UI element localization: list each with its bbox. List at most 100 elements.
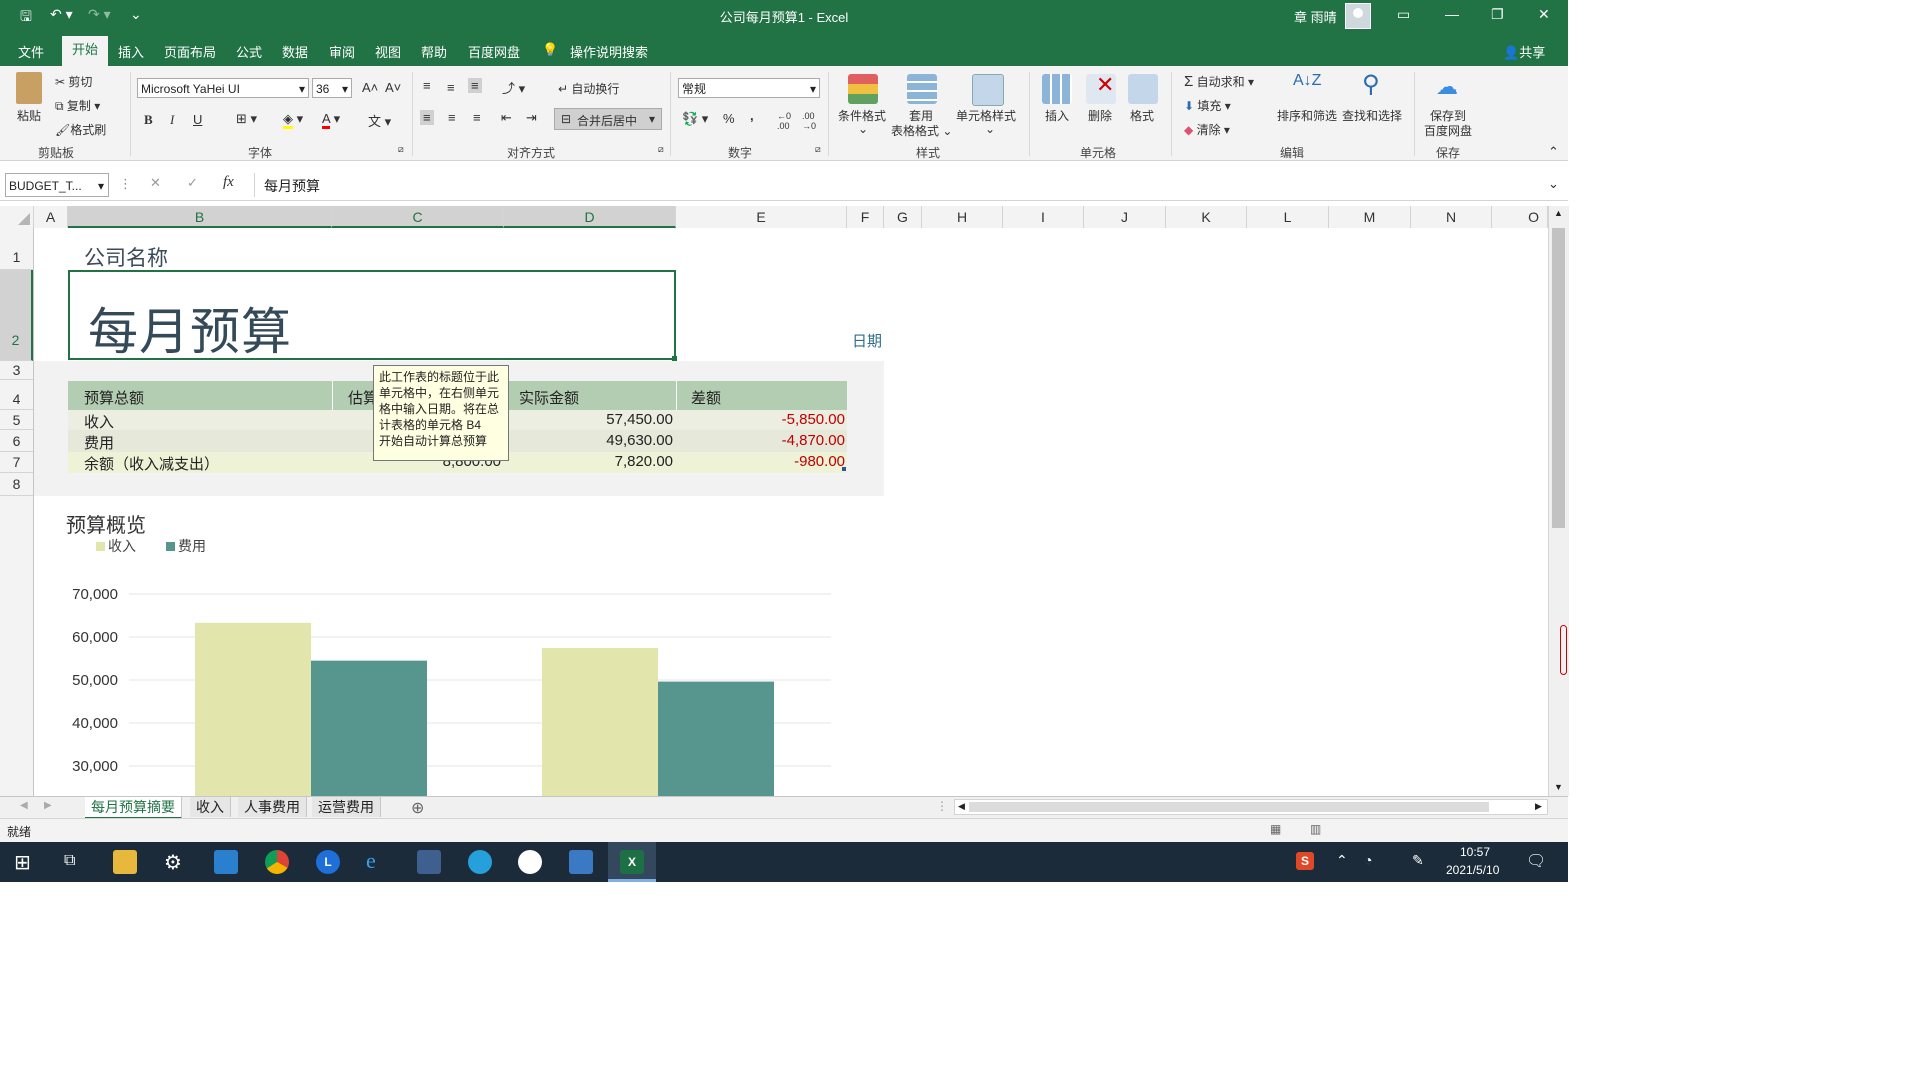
tab-data[interactable]: 数据 — [282, 42, 308, 61]
ie-icon[interactable]: e — [366, 848, 376, 874]
column-header-h[interactable]: H — [922, 206, 1003, 228]
column-header-c[interactable]: C — [332, 206, 504, 228]
row-header-5[interactable]: 5 — [0, 410, 33, 430]
align-middle-icon[interactable]: ≡ — [447, 80, 455, 95]
normal-view-icon[interactable]: ▦ — [1270, 822, 1281, 836]
network-icon[interactable]: ◔ — [1364, 852, 1372, 868]
column-header-g[interactable]: G — [884, 206, 922, 228]
fill-handle[interactable] — [672, 356, 677, 361]
tab-split-handle[interactable]: ⋮ — [936, 799, 948, 813]
column-header-d[interactable]: D — [504, 206, 676, 228]
chrome-icon[interactable] — [265, 850, 289, 874]
font-name-select[interactable]: Microsoft YaHei UI ▾ — [137, 78, 309, 98]
tab-insert[interactable]: 插入 — [118, 42, 144, 61]
row-income-diff[interactable]: -5,850.00 — [677, 411, 845, 428]
column-header-e[interactable]: E — [676, 206, 847, 228]
increase-font-icon[interactable]: A˄ — [362, 80, 378, 95]
store-icon[interactable] — [417, 850, 441, 874]
column-header-j[interactable]: J — [1084, 206, 1166, 228]
sheet-tab-monthly-summary[interactable]: 每月预算摘要 — [85, 797, 182, 819]
add-sheet-icon[interactable]: ⊕ — [411, 798, 424, 818]
underline-button[interactable]: U — [193, 112, 202, 127]
vertical-scrollbar[interactable]: ▲ ▼ — [1548, 206, 1569, 796]
align-top-icon[interactable]: ≡ — [423, 78, 431, 93]
delete-cells-icon[interactable]: ✕ — [1086, 72, 1116, 104]
horizontal-scrollbar[interactable]: ◀ ▶ — [954, 799, 1548, 815]
paste-icon[interactable] — [16, 72, 42, 104]
prev-sheet-icon[interactable]: ◀ — [20, 800, 28, 811]
sogou-ime-icon[interactable]: S — [1296, 852, 1314, 870]
format-cells-button[interactable]: 格式 — [1130, 107, 1154, 124]
save-to-netdisk-line2[interactable]: 百度网盘 — [1424, 122, 1472, 139]
font-size-select[interactable]: 36 ▾ — [312, 78, 352, 98]
decrease-font-icon[interactable]: A˅ — [385, 80, 401, 95]
bar-expense-0[interactable] — [311, 660, 427, 796]
align-right-icon[interactable]: ≡ — [473, 110, 481, 125]
windows-start-icon[interactable]: ⊞ — [14, 850, 31, 875]
clear-button[interactable]: ◆ 清除 ▾ — [1184, 121, 1230, 138]
tray-expand-icon[interactable]: ⌃ — [1336, 852, 1348, 869]
scroll-left-icon[interactable]: ◀ — [958, 801, 965, 812]
ribbon-display-icon[interactable]: ▭ — [1397, 6, 1410, 23]
alignment-dialog-icon[interactable]: ⧄ — [658, 144, 664, 155]
font-dialog-icon[interactable]: ⧄ — [398, 144, 404, 155]
clock-date[interactable]: 2021/5/10 — [1446, 863, 1499, 877]
autosum-button[interactable]: Σ 自动求和 ▾ — [1184, 73, 1254, 90]
tab-page-layout[interactable]: 页面布局 — [164, 42, 216, 61]
row-header-6[interactable]: 6 — [0, 430, 33, 452]
excel-taskbar-button[interactable]: X — [608, 842, 656, 882]
next-sheet-icon[interactable]: ▶ — [44, 800, 52, 811]
restore-icon[interactable]: ❐ — [1491, 6, 1504, 23]
decrease-indent-icon[interactable]: ⇤ — [501, 110, 512, 126]
row-header-1[interactable]: 1 — [0, 228, 33, 270]
name-box[interactable]: BUDGET_T... ▾ — [5, 173, 109, 197]
find-select-icon[interactable]: ⚲ — [1362, 70, 1380, 99]
bar-expense-1[interactable] — [658, 681, 774, 796]
column-header-a[interactable]: A — [34, 206, 68, 228]
hscroll-thumb[interactable] — [969, 802, 1489, 812]
italic-button[interactable]: I — [170, 112, 174, 128]
formula-input[interactable]: 每月预算 — [254, 173, 1545, 197]
row-balance-actual[interactable]: 7,820.00 — [505, 453, 673, 470]
column-header-k[interactable]: K — [1166, 206, 1247, 228]
cell-styles-icon[interactable] — [972, 74, 1004, 106]
percent-button[interactable]: % — [723, 111, 735, 126]
budget-chart[interactable]: 预算概览 收入 费用 70,000 60,000 50,000 40,000 30,00… — [34, 503, 884, 796]
format-table-button[interactable]: 表格格式 ⌄ — [891, 122, 952, 139]
date-label[interactable]: 日期 — [852, 330, 882, 351]
row-header-4[interactable]: 4 — [0, 380, 33, 410]
confirm-entry-icon[interactable]: ✓ — [187, 175, 198, 191]
baidu-netdisk-icon[interactable]: ☁ — [1436, 74, 1458, 100]
row-header-3[interactable]: 3 — [0, 361, 33, 380]
bold-button[interactable]: B — [144, 112, 153, 128]
decrease-decimal-icon[interactable]: .00 →0 — [802, 111, 816, 131]
header-budget-total[interactable]: 预算总额 — [84, 387, 144, 408]
header-difference[interactable]: 差额 — [691, 387, 721, 408]
worksheet-grid[interactable]: 公司名称 每月预算 日期 预算总额 估算 实际金额 差额 收入 57,450.0… — [34, 228, 1548, 796]
comma-button[interactable]: , — [750, 108, 754, 123]
column-header-b[interactable]: B — [68, 206, 332, 228]
more-options-icon[interactable]: ⋮ — [119, 176, 132, 192]
close-icon[interactable]: ✕ — [1538, 6, 1550, 23]
table-resize-handle[interactable] — [842, 467, 846, 471]
media-icon[interactable] — [569, 850, 593, 874]
borders-icon[interactable]: ⊞ ▾ — [236, 111, 257, 127]
find-select-button[interactable]: 查找和选择 — [1342, 107, 1402, 124]
expand-formula-bar-icon[interactable]: ⌄ — [1548, 176, 1559, 192]
bar-income-1[interactable] — [542, 647, 658, 796]
browser-e-icon[interactable] — [468, 850, 492, 874]
column-header-n[interactable]: N — [1411, 206, 1492, 228]
row-balance-diff[interactable]: -980.00 — [677, 453, 845, 470]
column-header-l[interactable]: L — [1247, 206, 1329, 228]
row-header-7[interactable]: 7 — [0, 452, 33, 473]
selected-title-cell[interactable]: 每月预算 — [68, 270, 677, 361]
font-color-icon[interactable]: A ▾ — [322, 111, 340, 129]
tell-me-search[interactable]: 操作说明搜索 — [570, 42, 648, 61]
format-painter-button[interactable]: 🖌格式刷 — [55, 121, 106, 138]
paste-button[interactable]: 粘贴 — [17, 107, 41, 124]
photos-icon[interactable] — [214, 850, 238, 874]
collapse-ribbon-icon[interactable]: ⌃ — [1548, 144, 1559, 160]
sheet-tab-personnel[interactable]: 人事费用 — [238, 797, 307, 817]
phonetic-icon[interactable]: 文 ▾ — [368, 111, 391, 130]
increase-decimal-icon[interactable]: ←0.00 — [777, 111, 791, 131]
